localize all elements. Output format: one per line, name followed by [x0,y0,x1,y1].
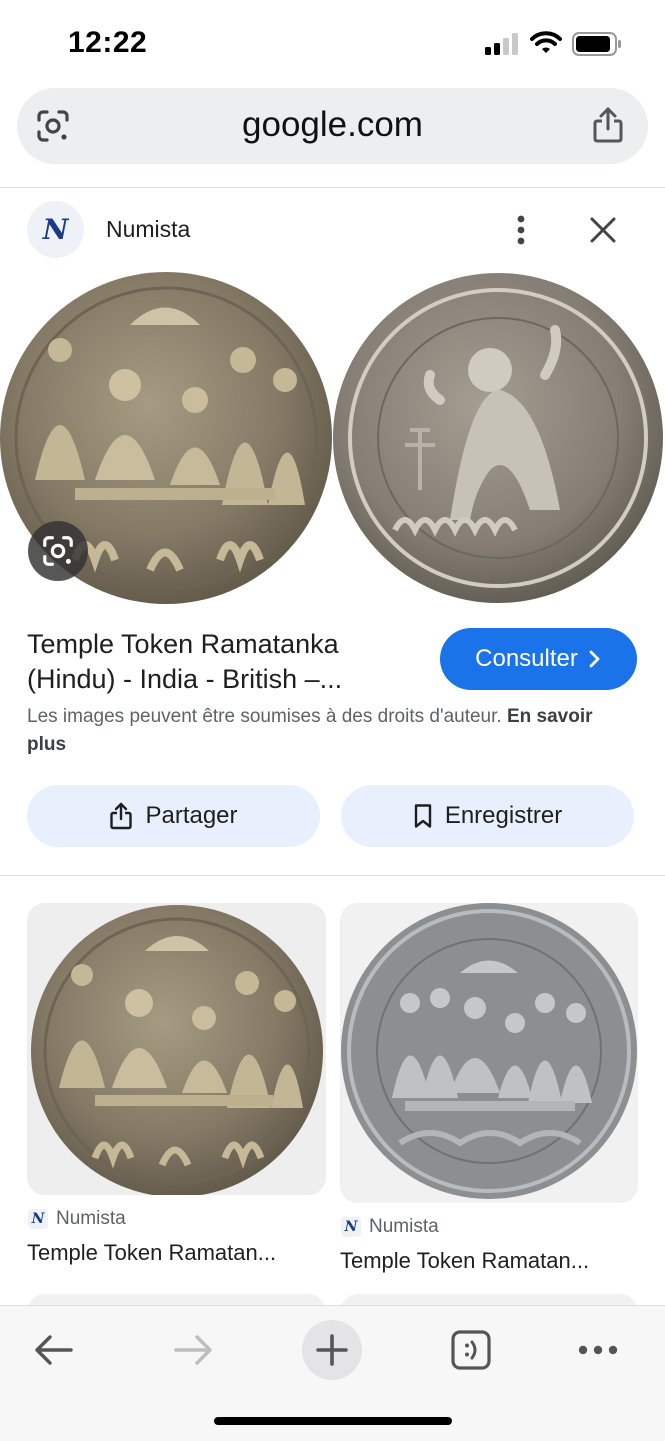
cellular-signal-icon [485,33,518,55]
share-icon[interactable] [590,106,626,144]
tab-switcher-button[interactable] [441,1320,501,1380]
related-image-card[interactable] [340,903,638,1203]
grid-source-name: Numista [56,1208,126,1229]
menu-button[interactable] [568,1320,628,1380]
coin-image[interactable] [0,270,665,615]
source-logo[interactable]: N [27,201,84,258]
google-lens-icon [43,536,73,566]
home-indicator[interactable] [214,1417,452,1425]
status-bar: 12:22 [0,0,665,80]
forward-button[interactable] [163,1320,223,1380]
result-title[interactable]: Temple Token Ramatanka (Hindu) - India -… [27,627,422,697]
plus-icon [316,1334,348,1366]
grid-source-name: Numista [369,1216,439,1237]
back-button[interactable] [24,1320,84,1380]
url-text[interactable]: google.com [17,105,648,145]
divider [0,187,665,188]
grid-title[interactable]: Temple Token Ramatan... [340,1248,618,1274]
battery-icon [572,32,621,56]
related-image-card[interactable] [27,903,326,1195]
grid-source: N Numista [28,1208,126,1230]
image-lens-button[interactable] [28,521,88,581]
wifi-icon [530,31,562,53]
copyright-text: Les images peuvent être soumises à des d… [27,706,502,727]
save-button-label: Enregistrer [444,802,563,829]
share-button[interactable]: Partager [27,785,320,847]
bookmark-icon [414,804,432,828]
forward-arrow-icon [174,1335,212,1365]
visit-button-label: Consulter [475,645,578,672]
grid-title[interactable]: Temple Token Ramatan... [27,1240,309,1266]
numista-logo-icon: N [28,1209,48,1229]
save-button[interactable]: Enregistrer [341,785,634,847]
related-coin-image [340,903,638,1203]
tab-switcher-icon [451,1330,491,1370]
share-icon [110,802,133,830]
related-coin-image [27,903,326,1195]
bottom-toolbar [0,1305,665,1441]
more-vertical-icon[interactable] [506,212,536,248]
divider [0,875,665,876]
chevron-right-icon [589,650,600,668]
copyright-notice: Les images peuvent être soumises à des d… [27,703,607,759]
close-icon[interactable] [586,213,620,247]
address-bar[interactable]: google.com [17,88,648,164]
visit-button[interactable]: Consulter [440,628,637,690]
coin-reverse [333,273,663,603]
more-horizontal-icon [578,1345,618,1355]
source-name[interactable]: Numista [106,216,190,243]
status-time: 12:22 [68,26,148,59]
grid-source: N Numista [341,1216,439,1238]
share-button-label: Partager [145,802,238,829]
back-arrow-icon [35,1335,73,1365]
new-tab-button[interactable] [302,1320,362,1380]
numista-logo-icon: N [341,1217,361,1237]
